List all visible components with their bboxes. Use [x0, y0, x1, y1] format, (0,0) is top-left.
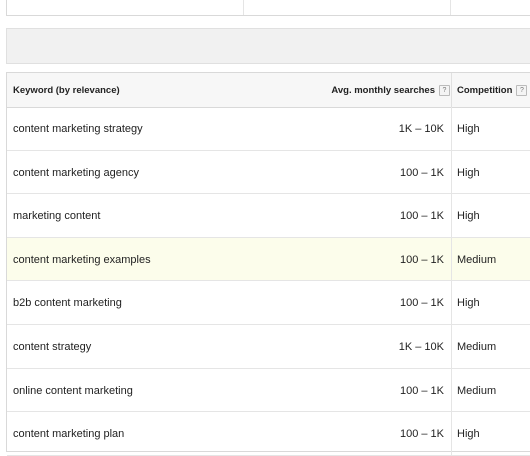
- table-row[interactable]: online content marketing 100 – 1K Medium: [7, 368, 530, 413]
- column-divider: [450, 0, 451, 15]
- keyword-cell: content marketing strategy: [13, 123, 143, 135]
- column-divider: [451, 237, 452, 281]
- keyword-cell: content marketing examples: [13, 253, 151, 266]
- column-divider: [451, 281, 452, 324]
- keyword-cell: marketing content: [13, 210, 101, 223]
- header-keyword[interactable]: Keyword (by relevance): [13, 85, 120, 96]
- keyword-cell: content marketing agency: [13, 166, 139, 179]
- help-icon[interactable]: ?: [516, 85, 528, 96]
- table-row-highlighted[interactable]: content marketing examples 100 – 1K Medi…: [7, 237, 530, 282]
- avg-searches-cell: 100 – 1K: [399, 210, 444, 223]
- table-body: content marketing strategy 1K – 10K High…: [7, 107, 530, 456]
- column-divider: [451, 324, 452, 368]
- keyword-ideas-table: Keyword (by relevance) Avg. monthly sear…: [6, 72, 530, 456]
- competition-cell: Medium: [457, 384, 497, 397]
- competition-cell: High: [457, 123, 480, 135]
- section-separator-band: [6, 28, 530, 64]
- header-avg-monthly-searches[interactable]: Avg. monthly searches?: [331, 85, 450, 96]
- keyword-cell: content marketing plan: [13, 428, 125, 441]
- table-row[interactable]: b2b content marketing 100 – 1K High: [7, 281, 530, 325]
- keyword-cell: content strategy: [13, 340, 92, 353]
- column-divider: [243, 0, 244, 15]
- column-divider: [451, 73, 452, 107]
- keyword-cell: online content marketing: [13, 384, 133, 397]
- competition-cell: Medium: [457, 253, 497, 266]
- avg-searches-cell: 1K – 10K: [398, 123, 444, 135]
- competition-cell: High: [457, 297, 480, 310]
- avg-searches-cell: 100 – 1K: [399, 384, 444, 397]
- avg-searches-cell: 100 – 1K: [399, 166, 444, 179]
- table-row[interactable]: content marketing strategy 1K – 10K High: [7, 107, 530, 151]
- column-divider: [451, 194, 452, 237]
- avg-searches-cell: 100 – 1K: [399, 253, 444, 266]
- header-competition[interactable]: Competition?: [457, 85, 528, 97]
- competition-cell: High: [457, 166, 480, 179]
- column-divider: [451, 107, 452, 150]
- competition-cell: High: [457, 210, 480, 223]
- column-divider: [451, 412, 452, 455]
- header-competition-label: Competition: [457, 85, 513, 97]
- previous-table-bottom: [6, 0, 530, 16]
- table-row[interactable]: content marketing plan 100 – 1K High: [7, 412, 530, 456]
- keyword-cell: b2b content marketing: [13, 297, 122, 310]
- column-divider: [451, 150, 452, 194]
- competition-cell: High: [457, 428, 480, 441]
- competition-cell: Medium: [457, 340, 497, 353]
- column-divider: [451, 368, 452, 412]
- avg-searches-cell: 100 – 1K: [399, 428, 444, 441]
- table-row[interactable]: content strategy 1K – 10K Medium: [7, 324, 530, 369]
- avg-searches-cell: 1K – 10K: [398, 340, 444, 353]
- table-header: Keyword (by relevance) Avg. monthly sear…: [7, 73, 530, 108]
- table-row[interactable]: marketing content 100 – 1K High: [7, 194, 530, 238]
- header-avg-label: Avg. monthly searches: [331, 85, 435, 97]
- help-icon[interactable]: ?: [439, 85, 450, 96]
- avg-searches-cell: 100 – 1K: [399, 297, 444, 310]
- table-row[interactable]: content marketing agency 100 – 1K High: [7, 150, 530, 195]
